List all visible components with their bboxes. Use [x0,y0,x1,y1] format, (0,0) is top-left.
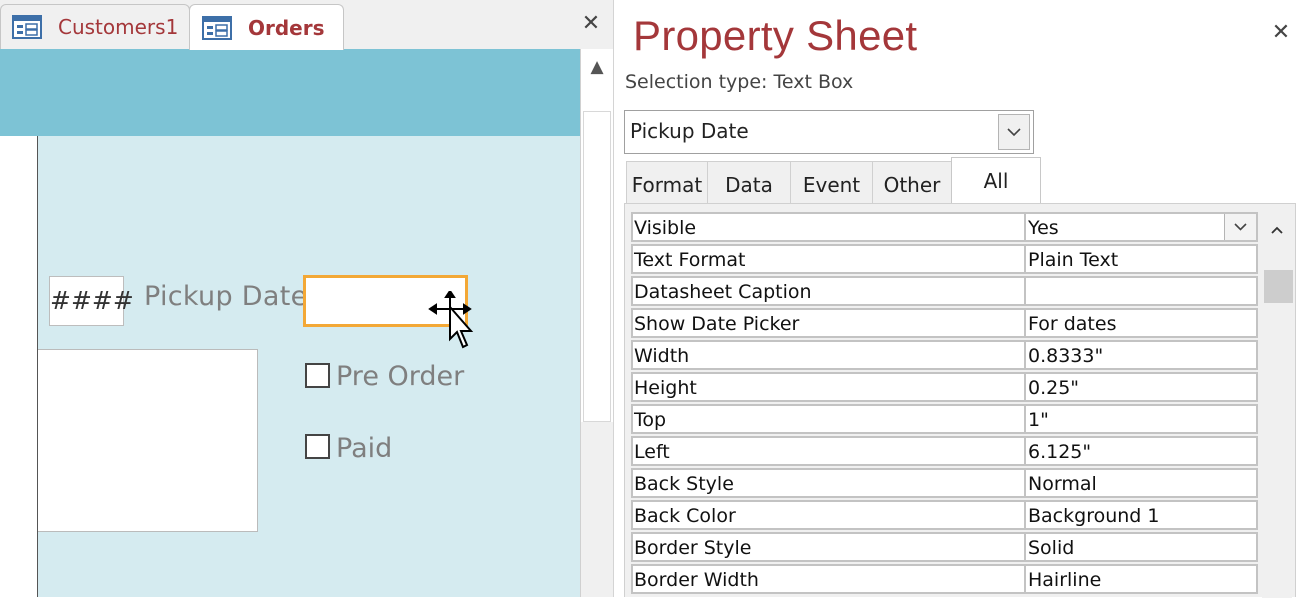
selected-control-name: Pickup Date [630,119,749,143]
numeric-field-control[interactable]: #### [49,276,134,326]
form-left-frame [0,136,38,597]
property-value[interactable]: 0.8333" [1024,340,1258,370]
property-value[interactable]: 1" [1024,404,1258,434]
subform-placeholder[interactable] [38,349,258,532]
property-name[interactable]: Text Format [631,244,1024,274]
property-row-show-date-picker[interactable]: Show Date Picker For dates [631,308,1259,340]
property-row-width[interactable]: Width 0.8333" [631,340,1259,372]
property-row-top[interactable]: Top 1" [631,404,1259,436]
property-row-height[interactable]: Height 0.25" [631,372,1259,404]
property-value[interactable]: Hairline [1024,564,1258,594]
pre-order-label: Pre Order [336,361,465,392]
paid-checkbox[interactable] [305,434,330,459]
selection-type-text: Selection type: Text Box [625,71,854,93]
property-row-left[interactable]: Left 6.125" [631,436,1259,468]
property-grid: Visible Yes Text Format Plain Text Datas… [631,212,1259,596]
chevron-down-icon [1234,223,1247,231]
property-value[interactable]: For dates [1024,308,1258,338]
form-vertical-scrollbar[interactable]: ▲ [580,49,613,422]
dropdown-button[interactable] [998,114,1030,150]
form-design-canvas[interactable]: #### Pickup Date Pre Order Paid [0,49,580,597]
property-sheet-pane: Property Sheet ✕ Selection type: Text Bo… [613,0,1307,598]
move-cursor-icon [428,291,474,349]
property-name[interactable]: Left [631,436,1024,466]
tab-label: Customers1 [58,15,179,39]
property-value[interactable]: Yes [1024,212,1258,242]
property-value[interactable]: 6.125" [1024,436,1258,466]
property-name[interactable]: Back Style [631,468,1024,498]
property-row-back-color[interactable]: Back Color Background 1 [631,500,1259,532]
tab-all[interactable]: All [951,157,1041,204]
form-icon [202,15,232,40]
property-name[interactable]: Width [631,340,1024,370]
property-name[interactable]: Top [631,404,1024,434]
property-value[interactable] [1024,276,1258,306]
property-value-text: Yes [1028,217,1059,239]
tab-other[interactable]: Other [872,161,952,204]
pre-order-checkbox[interactable] [305,363,330,388]
close-property-sheet-button[interactable]: ✕ [1268,20,1294,46]
property-name[interactable]: Visible [631,212,1024,242]
property-row-border-style[interactable]: Border Style Solid [631,532,1259,564]
chevron-down-icon [1007,128,1021,137]
document-window: Customers1 Orders ✕ #### Pickup Date Pre… [0,0,613,597]
property-value[interactable]: 0.25" [1024,372,1258,402]
tab-orders[interactable]: Orders [189,4,344,50]
paid-label: Paid [336,433,393,464]
property-row-datasheet-caption[interactable]: Datasheet Caption [631,276,1259,308]
property-grid-scrollbar[interactable] [1262,212,1293,598]
property-grid-area: Visible Yes Text Format Plain Text Datas… [624,203,1296,598]
property-value[interactable]: Background 1 [1024,500,1258,530]
property-value[interactable]: Normal [1024,468,1258,498]
tab-data[interactable]: Data [707,161,791,204]
property-name[interactable]: Border Width [631,564,1024,594]
value-dropdown-button[interactable] [1224,214,1256,240]
tab-format[interactable]: Format [626,161,708,204]
pickup-date-label[interactable]: Pickup Date [144,281,308,312]
document-tab-strip: Customers1 Orders ✕ [0,0,613,50]
scrollbar-thumb[interactable] [1264,270,1293,303]
property-name[interactable]: Back Color [631,500,1024,530]
property-row-back-style[interactable]: Back Style Normal [631,468,1259,500]
control-selector-dropdown[interactable]: Pickup Date [624,110,1034,154]
property-row-text-format[interactable]: Text Format Plain Text [631,244,1259,276]
property-row-border-width[interactable]: Border Width Hairline [631,564,1259,596]
property-sheet-title: Property Sheet [633,12,918,59]
tab-customers1[interactable]: Customers1 [0,4,190,49]
form-header-section[interactable] [0,49,580,136]
close-document-button[interactable]: ✕ [579,12,603,36]
form-icon [12,15,42,39]
scrollbar-gutter [580,422,613,597]
property-name[interactable]: Border Style [631,532,1024,562]
property-value[interactable]: Plain Text [1024,244,1258,274]
tab-event[interactable]: Event [790,161,873,204]
property-row-visible[interactable]: Visible Yes [631,212,1259,244]
property-name[interactable]: Height [631,372,1024,402]
scrollbar-thumb[interactable] [583,111,611,422]
property-name[interactable]: Datasheet Caption [631,276,1024,306]
property-value[interactable]: Solid [1024,532,1258,562]
scroll-up-arrow-icon[interactable]: ▲ [581,49,613,85]
tab-label: Orders [248,15,325,40]
scroll-up-chevron-icon[interactable] [1262,212,1292,248]
property-name[interactable]: Show Date Picker [631,308,1024,338]
